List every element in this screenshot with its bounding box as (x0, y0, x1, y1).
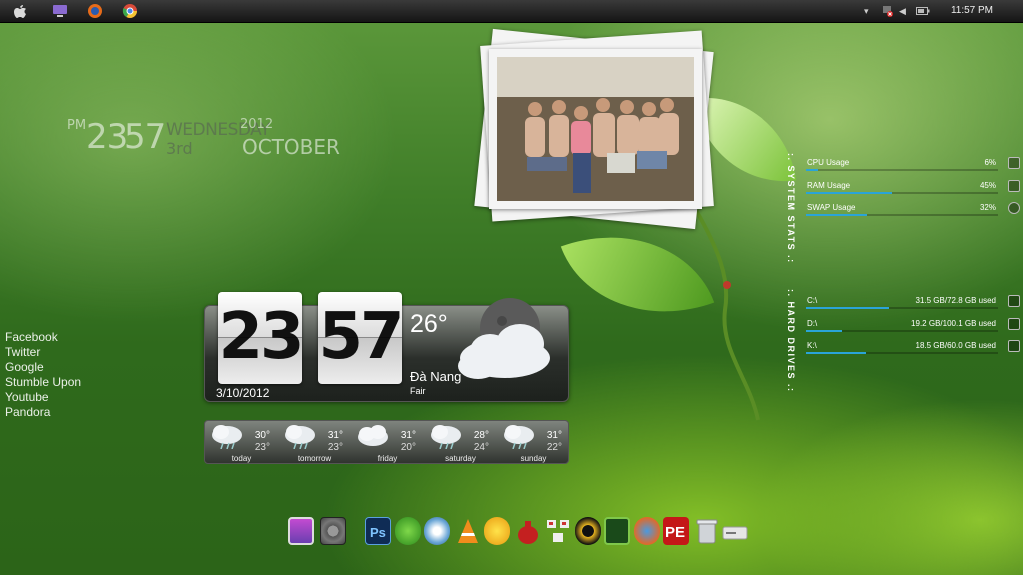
stat-label: SWAP Usage (807, 203, 856, 212)
link-facebook[interactable]: Facebook (5, 330, 81, 345)
widget-date: 3/10/2012 (216, 386, 270, 400)
network-icon[interactable] (545, 517, 571, 545)
drive-bar (806, 352, 866, 354)
clock-day: 3rd (166, 139, 193, 158)
utorrent-icon[interactable] (395, 517, 421, 545)
moon-cloud-icon (458, 298, 550, 379)
volume-icon[interactable]: ◀ (899, 6, 906, 17)
network-error-icon[interactable] (882, 5, 894, 19)
link-google[interactable]: Google (5, 360, 81, 375)
stat-bar (806, 192, 893, 194)
drive-label: D:\ (807, 319, 818, 328)
stat-value: 32% (979, 203, 996, 212)
photoshop-icon[interactable]: Ps (365, 517, 391, 545)
firefox-icon[interactable] (87, 3, 103, 19)
link-youtube[interactable]: Youtube (5, 390, 81, 405)
forecast-strip[interactable]: 30° 23° today 31° 23° tomorrow 31° 20° f… (204, 420, 569, 464)
forecast-day: 28° 24° saturday (424, 421, 497, 465)
link-stumbleupon[interactable]: Stumble Upon (5, 375, 81, 390)
drive-row-k: K:\ 18.5 GB/60.0 GB used (806, 340, 1023, 361)
flip-hours: 23 (218, 292, 305, 384)
link-pandora[interactable]: Pandora (5, 405, 81, 420)
thunderstorm-icon (285, 425, 315, 449)
stat-label: RAM Usage (807, 181, 851, 190)
taskbar-clock[interactable]: 11:57 PM (951, 5, 993, 16)
terminal-icon[interactable] (604, 517, 630, 545)
gear-icon (1008, 202, 1020, 214)
stat-row-swap: SWAP Usage 32% (806, 202, 1023, 223)
garena-icon[interactable] (575, 517, 601, 545)
thunderstorm-icon (504, 425, 534, 449)
stat-bar (806, 214, 868, 216)
clock-year: 2012 (240, 117, 274, 132)
top-menu-bar: ▾ ◀ 11:57 PM (0, 0, 1023, 23)
stat-row-cpu: CPU Usage 6% (806, 157, 1023, 178)
trash-icon[interactable] (694, 517, 720, 545)
monitor-icon[interactable] (52, 3, 68, 19)
monitor-icon (1008, 157, 1020, 169)
apple-icon[interactable] (12, 3, 28, 19)
vlc-icon[interactable] (455, 517, 481, 545)
widget-condition: Fair (410, 386, 426, 396)
stat-label: CPU Usage (807, 158, 850, 167)
forecast-day: 31° 22° sunday (497, 421, 570, 465)
hard-drive-icon (1008, 295, 1020, 307)
drive-label: C:\ (807, 296, 818, 305)
thunderstorm-icon (431, 425, 461, 449)
ram-icon (1008, 180, 1020, 192)
stat-bar (806, 169, 818, 171)
stat-value: 45% (979, 181, 996, 190)
mail-icon[interactable] (634, 517, 660, 545)
weather-clock-widget[interactable]: 23 57 3/10/2012 26° Đà Nang Fair (204, 292, 569, 402)
group-photo (497, 57, 694, 201)
drive-icon[interactable] (722, 517, 748, 545)
cloudy-icon (358, 425, 388, 446)
hard-drives-heading: :. HARD DRIVES .: (786, 289, 796, 393)
drive-bar (806, 307, 889, 309)
arrow-up-icon[interactable]: ▾ (864, 6, 869, 17)
clock-ampm: PM (67, 118, 87, 133)
money-bag-icon[interactable] (515, 517, 541, 545)
forecast-day: 30° 23° today (205, 421, 278, 465)
drive-row-c: C:\ 31.5 GB/72.8 GB used (806, 295, 1023, 316)
drive-row-d: D:\ 19.2 GB/100.1 GB used (806, 318, 1023, 339)
forecast-day: 31° 23° tomorrow (278, 421, 351, 465)
messenger-icon[interactable] (484, 517, 510, 545)
system-stats-heading: :. SYSTEM STATS .: (786, 153, 796, 264)
forecast-day: 31° 20° friday (351, 421, 424, 465)
flip-minutes: 57 (318, 292, 405, 384)
drive-value: 19.2 GB/100.1 GB used (911, 319, 996, 328)
link-list: Facebook Twitter Google Stumble Upon You… (5, 330, 81, 420)
thunderstorm-icon (212, 425, 242, 449)
svg-text:Ps: Ps (370, 525, 386, 540)
svg-text:PE: PE (665, 524, 685, 541)
clock-hours: 23 (86, 117, 128, 157)
hard-drive-icon (1008, 318, 1020, 330)
pe-icon[interactable]: PE (663, 517, 689, 545)
chrome-icon[interactable] (122, 3, 138, 19)
system-preferences-icon[interactable] (320, 517, 346, 545)
clock-minutes: 57 (124, 117, 166, 157)
drive-bar (806, 330, 843, 332)
drive-value: 31.5 GB/72.8 GB used (915, 296, 997, 305)
imac-icon[interactable] (288, 517, 314, 545)
battery-icon[interactable] (916, 7, 930, 17)
clock-month: OCTOBER (242, 135, 340, 159)
hard-drive-icon (1008, 340, 1020, 352)
link-twitter[interactable]: Twitter (5, 345, 81, 360)
photo-frame[interactable] (489, 49, 702, 209)
safari-icon[interactable] (424, 517, 450, 545)
stat-value: 6% (984, 158, 996, 167)
drive-value: 18.5 GB/60.0 GB used (915, 341, 997, 350)
drive-label: K:\ (807, 341, 817, 350)
widget-temperature: 26° (410, 310, 448, 338)
stat-row-ram: RAM Usage 45% (806, 180, 1023, 201)
